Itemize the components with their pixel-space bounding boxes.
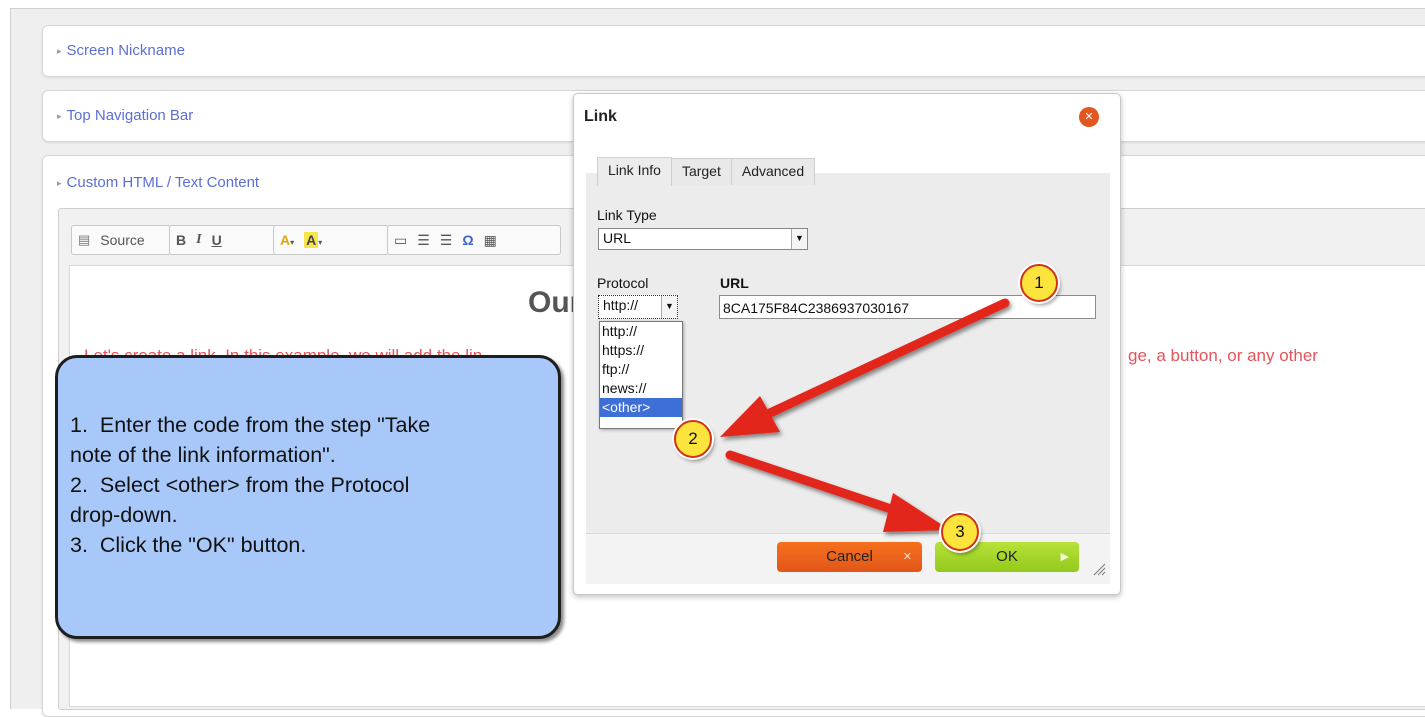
- arrow-head-icon: [883, 493, 950, 532]
- annotation-arrows: [720, 298, 1010, 532]
- arrow-1-to-2: [765, 298, 1010, 418]
- step-badge-3: 3: [941, 513, 979, 551]
- arrow-head-icon: [720, 396, 780, 437]
- step-badge-2: 2: [674, 420, 712, 458]
- step-badge-1: 1: [1020, 264, 1058, 302]
- arrow-2-to-3: [725, 450, 905, 517]
